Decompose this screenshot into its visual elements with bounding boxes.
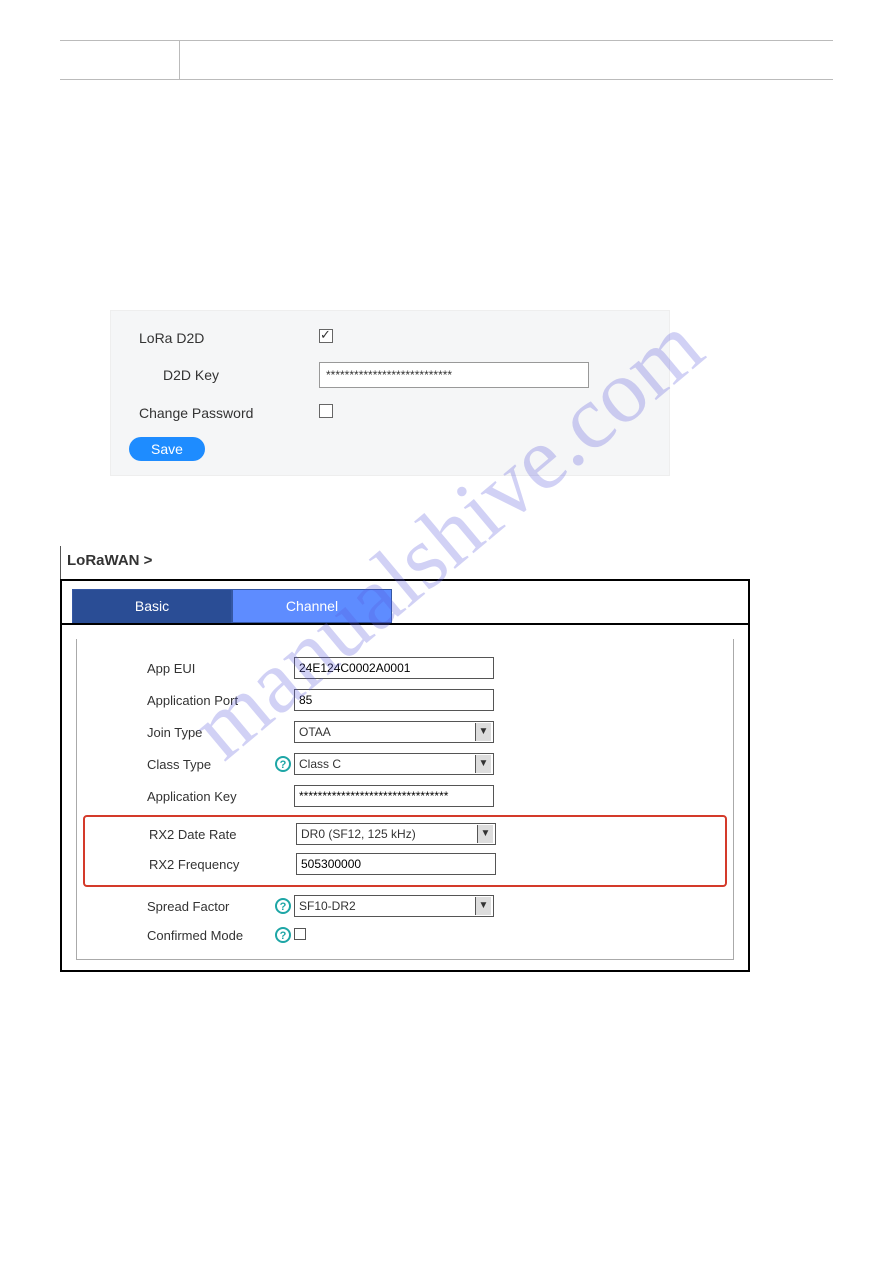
- app-port-label: Application Port: [87, 693, 272, 708]
- join-type-label: Join Type: [87, 725, 272, 740]
- d2d-key-row: D2D Key: [129, 362, 651, 388]
- class-type-select[interactable]: Class C ▼: [294, 753, 494, 775]
- sf-value: SF10-DR2: [299, 899, 356, 913]
- sf-select[interactable]: SF10-DR2 ▼: [294, 895, 494, 917]
- rx2-dr-value: DR0 (SF12, 125 kHz): [301, 827, 416, 841]
- lorawan-breadcrumb: LoRaWAN >: [60, 546, 750, 579]
- rx2-dr-label: RX2 Date Rate: [89, 827, 274, 842]
- save-button[interactable]: Save: [129, 437, 205, 461]
- app-key-label: Application Key: [87, 789, 272, 804]
- app-eui-input[interactable]: [294, 657, 494, 679]
- app-eui-label: App EUI: [87, 661, 272, 676]
- rx2-dr-select[interactable]: DR0 (SF12, 125 kHz) ▼: [296, 823, 496, 845]
- rx2-highlight: RX2 Date Rate DR0 (SF12, 125 kHz) ▼ RX2 F…: [83, 815, 727, 887]
- help-icon[interactable]: ?: [275, 927, 291, 943]
- change-password-label: Change Password: [129, 405, 319, 421]
- top-divider: [60, 40, 833, 80]
- help-icon[interactable]: ?: [275, 756, 291, 772]
- lora-d2d-row: LoRa D2D: [129, 329, 651, 346]
- change-password-row: Change Password: [129, 404, 651, 421]
- chevron-down-icon: ▼: [475, 723, 491, 741]
- d2d-key-label: D2D Key: [129, 367, 319, 383]
- rx2-freq-input[interactable]: [296, 853, 496, 875]
- confirmed-checkbox[interactable]: [294, 928, 306, 940]
- class-type-label: Class Type: [87, 757, 272, 772]
- app-eui-row: App EUI: [87, 657, 723, 679]
- chevron-down-icon: ▼: [477, 825, 493, 843]
- rx2-freq-row: RX2 Frequency: [89, 853, 721, 875]
- app-key-input[interactable]: [294, 785, 494, 807]
- lorawan-panel: LoRaWAN > Basic Channel App EUI Applicat…: [60, 546, 750, 972]
- join-type-row: Join Type OTAA ▼: [87, 721, 723, 743]
- chevron-down-icon: ▼: [475, 897, 491, 915]
- tabs: Basic Channel: [62, 581, 748, 623]
- help-icon[interactable]: ?: [275, 898, 291, 914]
- lora-d2d-panel: LoRa D2D D2D Key Change Password Save: [110, 310, 670, 476]
- chevron-down-icon: ▼: [475, 755, 491, 773]
- sf-label: Spread Factor: [87, 899, 272, 914]
- join-type-value: OTAA: [299, 725, 331, 739]
- class-type-value: Class C: [299, 757, 341, 771]
- lora-d2d-checkbox[interactable]: [319, 329, 333, 343]
- rx2-freq-label: RX2 Frequency: [89, 857, 274, 872]
- tab-channel[interactable]: Channel: [232, 589, 392, 623]
- class-type-row: Class Type ? Class C ▼: [87, 753, 723, 775]
- app-key-row: Application Key: [87, 785, 723, 807]
- tab-basic[interactable]: Basic: [72, 589, 232, 623]
- change-password-checkbox[interactable]: [319, 404, 333, 418]
- top-col2: [180, 41, 833, 79]
- confirmed-label: Confirmed Mode: [87, 928, 272, 943]
- rx2-dr-row: RX2 Date Rate DR0 (SF12, 125 kHz) ▼: [89, 823, 721, 845]
- app-port-input[interactable]: [294, 689, 494, 711]
- d2d-key-input[interactable]: [319, 362, 589, 388]
- lora-d2d-label: LoRa D2D: [129, 330, 319, 346]
- join-type-select[interactable]: OTAA ▼: [294, 721, 494, 743]
- sf-row: Spread Factor ? SF10-DR2 ▼: [87, 895, 723, 917]
- app-port-row: Application Port: [87, 689, 723, 711]
- confirmed-row: Confirmed Mode ?: [87, 927, 723, 943]
- top-col1: [60, 41, 180, 79]
